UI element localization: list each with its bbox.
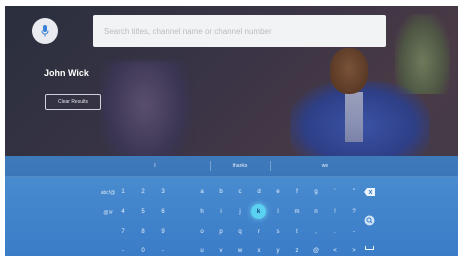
key[interactable]: @: [308, 243, 324, 256]
key[interactable]: r: [251, 224, 267, 239]
space-key[interactable]: [361, 243, 377, 253]
key[interactable]: g: [308, 184, 324, 199]
search-placeholder: Search titles, channel name or channel n…: [104, 26, 272, 36]
key[interactable]: .: [327, 224, 343, 239]
suggestion-item[interactable]: we: [270, 156, 380, 176]
key[interactable]: l: [270, 204, 286, 219]
key[interactable]: a: [194, 184, 210, 199]
suggestion-item[interactable]: thanks: [210, 156, 270, 176]
background-person-head: [330, 48, 368, 94]
key[interactable]: o: [194, 224, 210, 239]
microphone-icon: [41, 25, 49, 37]
background-plant: [395, 14, 450, 94]
key[interactable]: q: [232, 224, 248, 239]
key[interactable]: 8: [135, 224, 151, 239]
key[interactable]: -: [155, 243, 171, 256]
key[interactable]: j: [232, 204, 248, 219]
key-selected[interactable]: k: [251, 204, 266, 219]
key[interactable]: 1: [115, 184, 131, 199]
key[interactable]: h: [194, 204, 210, 219]
key[interactable]: 6: [155, 204, 171, 219]
key[interactable]: 4: [115, 204, 131, 219]
search-icon: [364, 215, 374, 226]
key[interactable]: ': [327, 184, 343, 199]
key[interactable]: m: [289, 204, 305, 219]
key[interactable]: -: [346, 224, 362, 239]
key[interactable]: d: [251, 184, 267, 199]
voice-search-button[interactable]: [32, 18, 58, 44]
search-input[interactable]: Search titles, channel name or channel n…: [93, 15, 386, 47]
suggestion-bar: I thanks we: [5, 156, 458, 177]
backspace-key[interactable]: [361, 184, 377, 199]
suggestion-item[interactable]: I: [100, 156, 210, 176]
key[interactable]: b: [213, 184, 229, 199]
key[interactable]: w: [232, 243, 248, 256]
result-title[interactable]: John Wick: [44, 68, 89, 78]
search-key[interactable]: [361, 213, 377, 228]
key[interactable]: x: [251, 243, 267, 256]
key[interactable]: 2: [135, 184, 151, 199]
key[interactable]: z: [289, 243, 305, 256]
key[interactable]: <: [327, 243, 343, 256]
background-shirt: [345, 92, 363, 142]
onscreen-keyboard: I thanks we abc!@ @!# 1 2 3 a b c d e f g ' " 4 5 6 h i j…: [5, 156, 458, 256]
key[interactable]: e: [270, 184, 286, 199]
space-icon: [364, 246, 374, 250]
key[interactable]: p: [213, 224, 229, 239]
key[interactable]: c: [232, 184, 248, 199]
backspace-icon: [363, 187, 375, 196]
key[interactable]: y: [270, 243, 286, 256]
key[interactable]: f: [289, 184, 305, 199]
key[interactable]: 0: [135, 243, 151, 256]
key[interactable]: v: [213, 243, 229, 256]
key[interactable]: >: [346, 243, 362, 256]
key[interactable]: 9: [155, 224, 171, 239]
key[interactable]: 7: [115, 224, 131, 239]
key[interactable]: 5: [135, 204, 151, 219]
key[interactable]: u: [194, 243, 210, 256]
key[interactable]: !: [327, 204, 343, 219]
key[interactable]: 3: [155, 184, 171, 199]
key[interactable]: t: [289, 224, 305, 239]
key[interactable]: s: [270, 224, 286, 239]
background-person-left: [100, 61, 190, 156]
key[interactable]: ": [346, 184, 362, 199]
clear-results-button[interactable]: Clear Results: [45, 94, 101, 110]
key[interactable]: ,: [308, 224, 324, 239]
tv-screen: Search titles, channel name or channel n…: [5, 6, 458, 256]
key[interactable]: -: [115, 243, 131, 256]
key[interactable]: n: [308, 204, 324, 219]
key[interactable]: ?: [346, 204, 362, 219]
key[interactable]: i: [213, 204, 229, 219]
